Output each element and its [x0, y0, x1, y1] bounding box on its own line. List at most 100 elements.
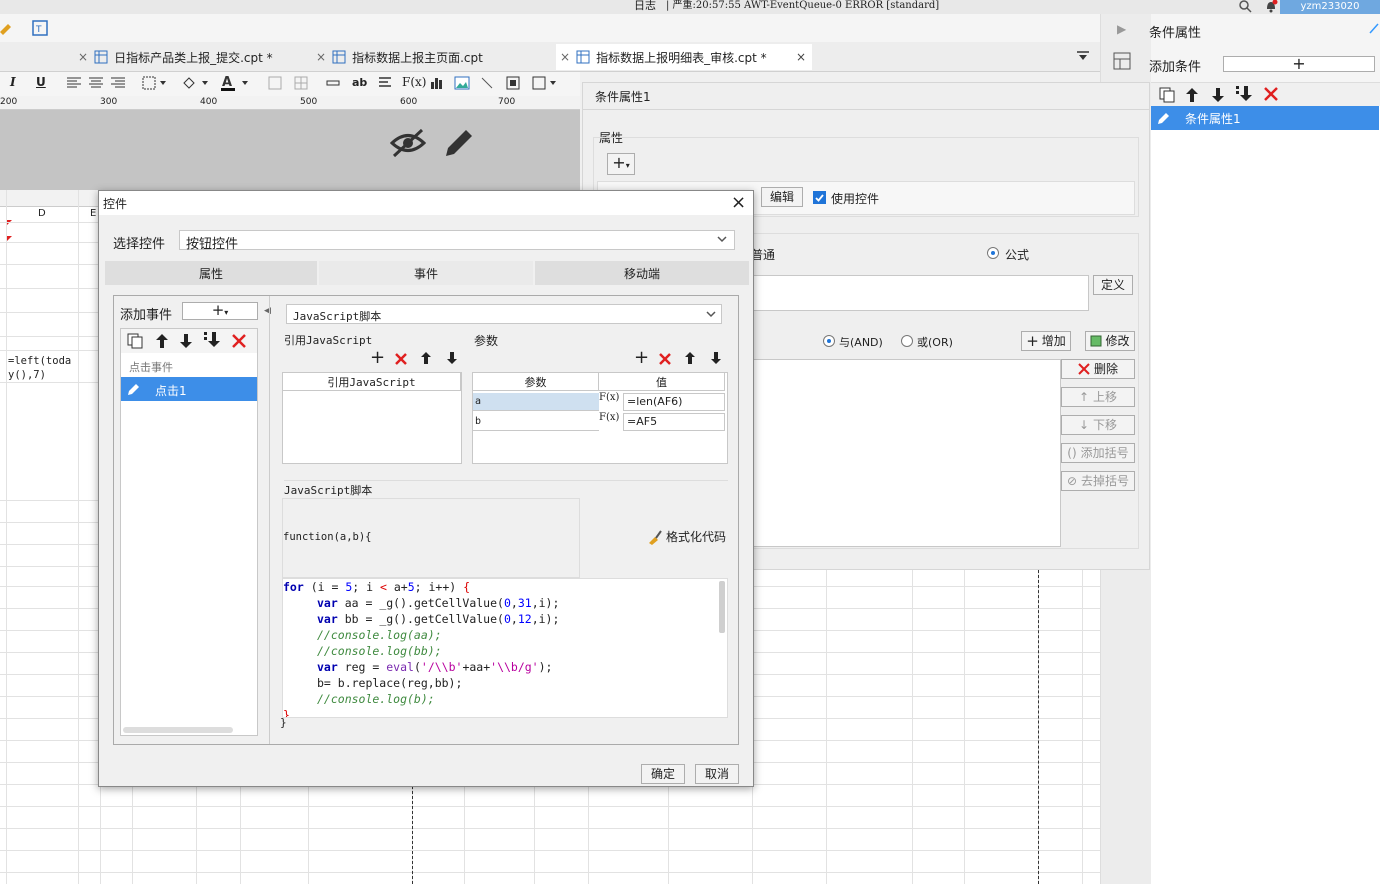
- slash-icon[interactable]: [480, 76, 494, 90]
- formula-button[interactable]: F(x): [599, 412, 623, 432]
- move-up-button[interactable]: ↑ 上移: [1061, 387, 1135, 407]
- param-value-cell[interactable]: =AF5: [623, 413, 725, 431]
- delete-icon[interactable]: [231, 333, 247, 349]
- define-button[interactable]: 定义: [1093, 275, 1133, 295]
- tab-attributes[interactable]: 属性: [105, 261, 317, 285]
- move-down-button[interactable]: ↓ 下移: [1061, 415, 1135, 435]
- close-icon[interactable]: ×: [796, 50, 806, 64]
- down-arrow-icon[interactable]: [1211, 87, 1225, 103]
- vertical-scrollbar[interactable]: [719, 581, 725, 633]
- user-badge[interactable]: yzm233020: [1280, 0, 1380, 14]
- format-code-button[interactable]: 格式化代码: [646, 528, 726, 545]
- down-arrow-icon[interactable]: [179, 333, 193, 349]
- copy-icon[interactable]: [127, 333, 143, 349]
- use-widget-label: 使用控件: [831, 192, 880, 206]
- move-bottom-icon[interactable]: [1235, 85, 1253, 103]
- delete-icon[interactable]: [1263, 86, 1279, 102]
- event-item[interactable]: 点击1: [121, 377, 257, 401]
- svg-text:T: T: [35, 25, 42, 35]
- add-event-button[interactable]: +▾: [182, 302, 258, 320]
- widget-type-select[interactable]: 按钮控件: [179, 230, 735, 252]
- pencil-icon[interactable]: [442, 126, 474, 160]
- chart-icon[interactable]: [430, 76, 444, 90]
- ref-js-table[interactable]: 引用JavaScript: [282, 372, 462, 464]
- bell-icon[interactable]: [1264, 0, 1278, 13]
- tab-main-page[interactable]: × 指标数据上报主页面.cpt: [316, 48, 483, 66]
- code-editor[interactable]: for (i = 5; i < a+5; i++) { var aa = _g(…: [282, 578, 728, 718]
- search-icon[interactable]: [1238, 0, 1252, 13]
- align-center-icon[interactable]: [88, 76, 104, 90]
- align-left-icon[interactable]: [66, 76, 82, 90]
- param-value-cell[interactable]: =len(AF6): [623, 393, 725, 411]
- up-arrow-icon[interactable]: [684, 351, 696, 365]
- panel-icon[interactable]: [1113, 52, 1131, 70]
- grid-icon[interactable]: [294, 76, 308, 90]
- italic-icon[interactable]: I: [10, 75, 16, 89]
- ok-button[interactable]: 确定: [641, 764, 685, 784]
- border-icon[interactable]: [142, 76, 168, 90]
- add-bracket-button[interactable]: () 添加括号: [1061, 443, 1135, 463]
- formula-input[interactable]: [753, 275, 1089, 311]
- add-ref-icon[interactable]: +: [370, 349, 385, 367]
- formula-icon[interactable]: F(x): [402, 75, 426, 89]
- tab-events[interactable]: 事件: [319, 261, 533, 285]
- up-arrow-icon[interactable]: [420, 351, 432, 365]
- radio-and[interactable]: [823, 335, 835, 347]
- param-name-cell[interactable]: b: [473, 413, 599, 431]
- down-arrow-icon[interactable]: [710, 351, 722, 365]
- close-icon[interactable]: ×: [316, 50, 326, 64]
- radio-or[interactable]: [901, 335, 913, 347]
- fill-color-icon[interactable]: [182, 76, 210, 90]
- event-group-label: 点击事件: [129, 361, 173, 374]
- checkbox-use-widget[interactable]: [813, 191, 826, 204]
- widget-icon[interactable]: [506, 76, 520, 90]
- brush-icon[interactable]: [0, 20, 12, 36]
- cancel-button[interactable]: 取消: [695, 764, 739, 784]
- image-icon[interactable]: [454, 76, 470, 90]
- hidden-eye-icon[interactable]: [390, 126, 426, 160]
- underline-icon[interactable]: U: [36, 75, 46, 89]
- delete-button[interactable]: 删除: [1061, 359, 1135, 379]
- delete-param-icon[interactable]: [658, 352, 672, 366]
- edit-button[interactable]: 编辑: [761, 187, 803, 207]
- formula-button[interactable]: F(x): [599, 392, 623, 412]
- formula-cell[interactable]: =left(toda y(),7): [8, 354, 71, 382]
- tab-daily-report[interactable]: × 日指标产品类上报_提交.cpt *: [78, 48, 273, 66]
- close-icon[interactable]: ×: [78, 50, 88, 64]
- merge-icon[interactable]: [268, 76, 282, 90]
- params-table[interactable]: 参数 值 a F(x) =len(AF6) b F(x) =AF5: [472, 372, 728, 464]
- script-type-select[interactable]: JavaScript脚本: [286, 304, 722, 324]
- tab-menu-icon[interactable]: [1076, 50, 1090, 62]
- condition-item[interactable]: 条件属性1: [1151, 106, 1379, 130]
- tab-detail-audit[interactable]: × 指标数据上报明细表_审核.cpt * ×: [556, 44, 812, 70]
- paragraph-icon[interactable]: [378, 76, 392, 90]
- delete-ref-icon[interactable]: [394, 352, 408, 366]
- ref-js-label: 引用JavaScript: [284, 334, 373, 347]
- param-name-cell[interactable]: a: [473, 393, 599, 411]
- condition-list-box[interactable]: [753, 359, 1061, 547]
- close-icon[interactable]: ×: [560, 50, 570, 64]
- line-icon[interactable]: [326, 76, 340, 90]
- add-param-icon[interactable]: +: [634, 349, 649, 367]
- modify-button[interactable]: 修改: [1085, 331, 1135, 351]
- up-arrow-icon[interactable]: [155, 333, 169, 349]
- down-arrow-icon[interactable]: [446, 351, 458, 365]
- move-bottom-icon[interactable]: [203, 331, 221, 349]
- font-color-icon[interactable]: A: [220, 74, 250, 92]
- close-icon[interactable]: ×: [731, 192, 746, 213]
- frame-icon[interactable]: [532, 76, 558, 90]
- add-attribute-button[interactable]: +▾: [607, 153, 635, 175]
- remove-bracket-button[interactable]: ⊘ 去掉括号: [1061, 471, 1135, 491]
- add-button[interactable]: + 增加: [1021, 331, 1071, 351]
- horizontal-scrollbar[interactable]: [123, 727, 233, 733]
- tab-mobile[interactable]: 移动端: [535, 261, 749, 285]
- pin-icon[interactable]: [1369, 22, 1379, 34]
- copy-icon[interactable]: [1159, 87, 1175, 103]
- up-arrow-icon[interactable]: [1185, 87, 1199, 103]
- radio-formula[interactable]: [987, 247, 999, 259]
- collapse-arrow-icon[interactable]: ▶: [1117, 22, 1126, 36]
- text-icon[interactable]: ab: [352, 76, 367, 89]
- add-condition-button[interactable]: +: [1223, 56, 1375, 72]
- template-icon[interactable]: T: [32, 20, 48, 36]
- align-right-icon[interactable]: [110, 76, 126, 90]
